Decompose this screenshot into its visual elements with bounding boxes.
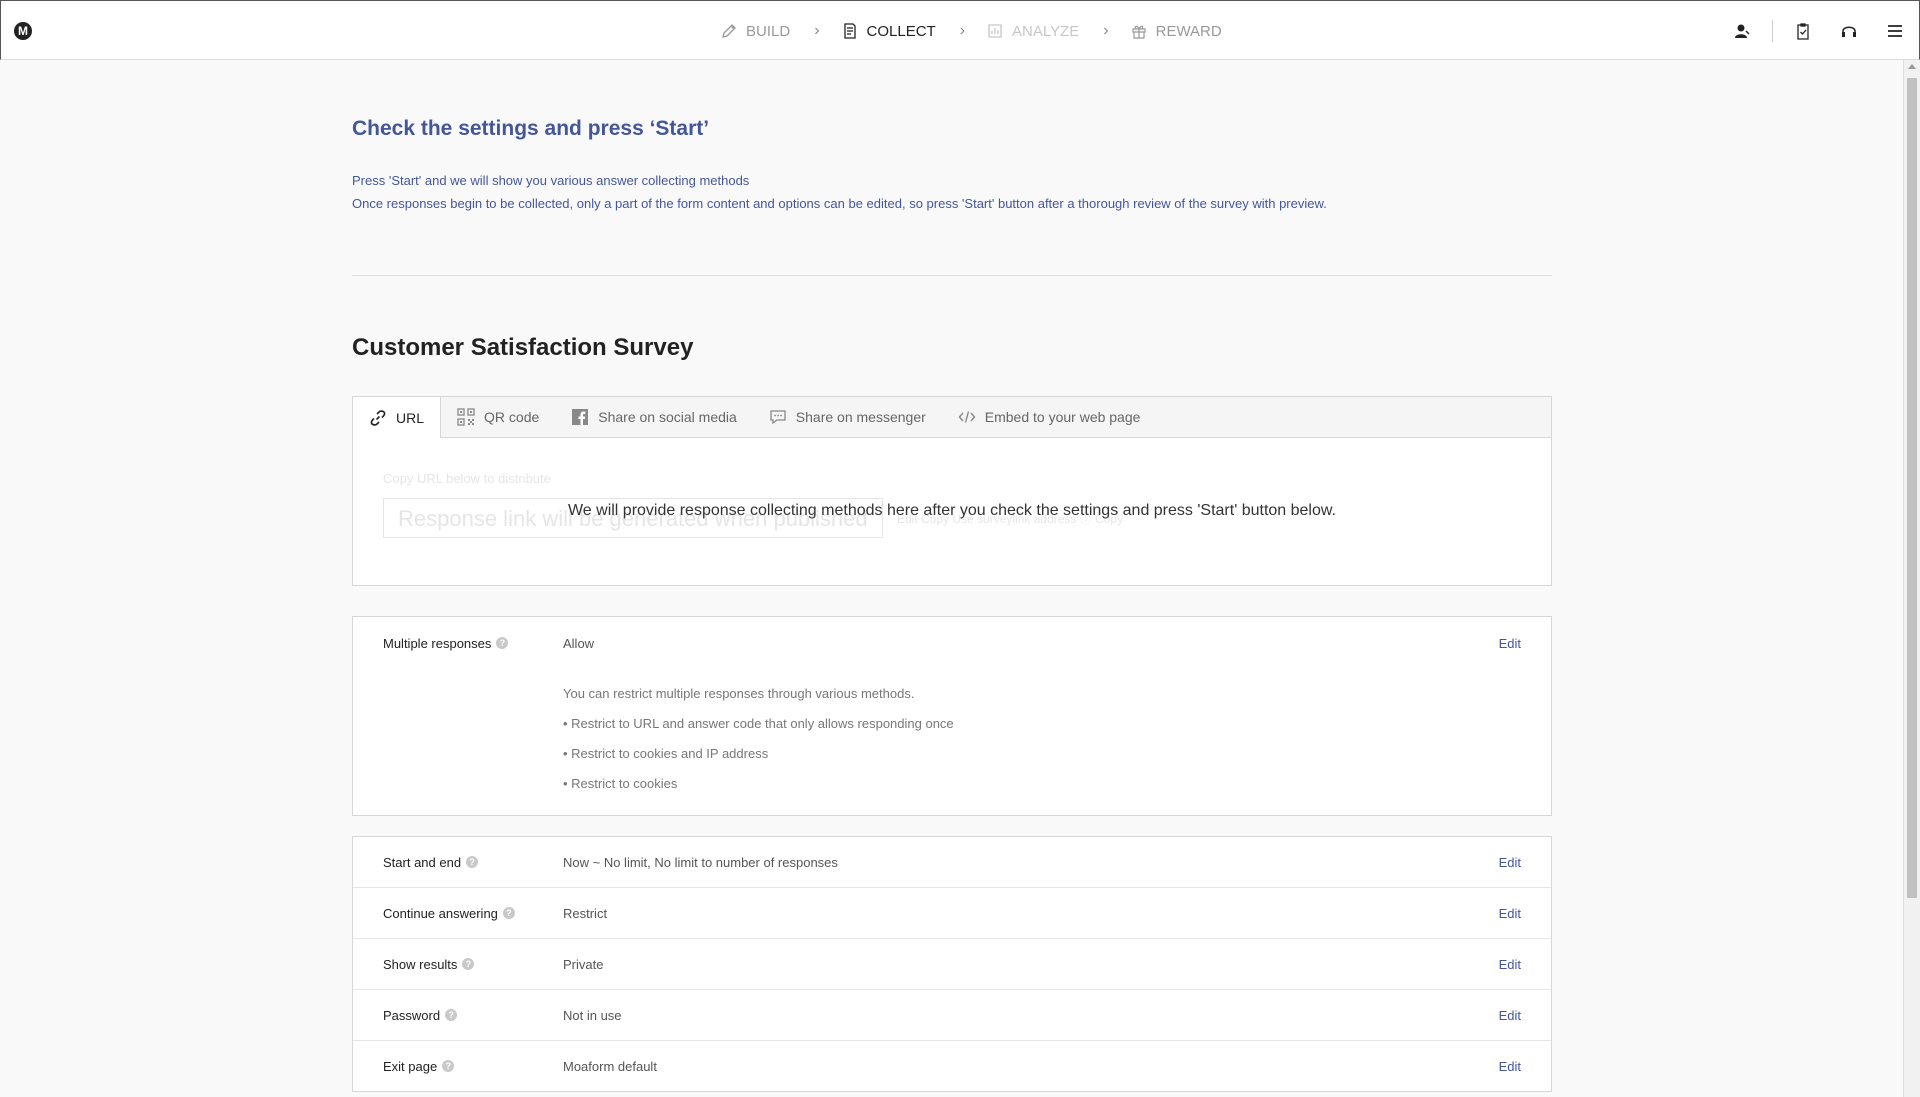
setting-value: Allow: [563, 635, 595, 651]
setting-row-continue-answering: Continue answering? Restrict Edit: [353, 888, 1551, 939]
setting-value: Not in use: [563, 1007, 622, 1023]
edit-link[interactable]: Edit: [1499, 855, 1521, 870]
settings-card: Start and end? Now ~ No limit, No limit …: [352, 836, 1552, 1092]
multiple-responses-notes: You can restrict multiple responses thro…: [353, 669, 1551, 815]
tab-messenger[interactable]: Share on messenger: [753, 397, 942, 437]
chevron-right-icon: ›: [1103, 22, 1109, 39]
step-navigation: BUILD › COLLECT › ANALYZE › REWARD: [721, 1, 1222, 61]
tab-qr-code[interactable]: QR code: [441, 397, 555, 437]
help-icon[interactable]: ?: [445, 1009, 458, 1021]
scroll-up-arrow-icon[interactable]: [1908, 64, 1916, 69]
multiple-responses-card: Multiple responses? Allow Edit You can r…: [352, 616, 1552, 816]
help-icon[interactable]: ?: [442, 1060, 455, 1072]
survey-title: Customer Satisfaction Survey: [352, 334, 694, 361]
help-icon[interactable]: ?: [466, 856, 479, 868]
setting-label: Start and end?: [353, 855, 563, 870]
scroll-thumb[interactable]: [1907, 78, 1917, 898]
setting-row-start-and-end: Start and end? Now ~ No limit, No limit …: [353, 837, 1551, 888]
edit-link[interactable]: Edit: [1499, 636, 1521, 651]
top-right-actions: [1732, 1, 1919, 61]
edit-link[interactable]: Edit: [1499, 957, 1521, 972]
help-icon[interactable]: ?: [496, 637, 509, 649]
step-collect[interactable]: COLLECT: [842, 23, 936, 40]
tab-bar: URL QR code Share on social media Share …: [353, 397, 1551, 438]
setting-label-text: Show results: [383, 956, 458, 972]
bar-chart-icon: [988, 24, 1002, 38]
user-icon[interactable]: [1732, 21, 1752, 41]
step-build[interactable]: BUILD: [721, 23, 790, 40]
chevron-right-icon: ›: [959, 22, 966, 39]
note-line: • Restrict to cookies and IP address: [563, 746, 769, 761]
description-line: Once responses begin to be collected, on…: [352, 196, 1327, 211]
qr-code-icon: [457, 408, 475, 426]
hamburger-menu-icon[interactable]: [1885, 21, 1905, 41]
chevron-right-icon: ›: [814, 22, 820, 39]
tab-label: QR code: [484, 409, 540, 425]
moaform-logo[interactable]: M: [14, 22, 32, 40]
setting-row-show-results: Show results? Private Edit: [353, 939, 1551, 990]
pencil-icon: [722, 24, 736, 38]
step-analyze-label: ANALYZE: [1012, 22, 1080, 40]
facebook-icon: [572, 409, 589, 425]
main-content: Check the settings and press ‘Start’ Pre…: [352, 60, 1552, 1092]
setting-label-text: Continue answering: [383, 905, 498, 921]
clipboard-check-icon[interactable]: [1793, 21, 1813, 41]
step-reward[interactable]: REWARD: [1131, 23, 1222, 40]
step-build-label: BUILD: [746, 22, 791, 40]
setting-row-multiple-responses: Multiple responses? Allow Edit: [353, 617, 1551, 669]
note-line: • Restrict to cookies: [563, 776, 678, 791]
link-icon: [370, 409, 386, 426]
page-description: Press 'Start' and we will show you vario…: [352, 169, 1552, 215]
tab-label: Share on messenger: [795, 409, 926, 425]
note-line: You can restrict multiple responses thro…: [563, 686, 915, 701]
setting-label: Show results?: [353, 957, 563, 972]
vertical-scrollbar[interactable]: [1903, 60, 1920, 1097]
top-bar: M BUILD › COLLECT › ANALYZE › REWARD: [0, 0, 1920, 60]
document-icon: [843, 23, 856, 39]
setting-label-text: Exit page: [383, 1058, 438, 1074]
tab-label: Embed to your web page: [984, 409, 1141, 425]
tab-content: Copy URL below to distribute Response li…: [353, 438, 1551, 585]
page-heading: Check the settings and press ‘Start’: [352, 117, 710, 140]
help-icon[interactable]: ?: [462, 958, 475, 970]
tab-social-media[interactable]: Share on social media: [555, 397, 753, 437]
note-line: • Restrict to URL and answer code that o…: [563, 716, 954, 731]
setting-label-text: Password: [383, 1007, 441, 1023]
setting-label-text: Multiple responses: [383, 635, 492, 651]
url-label: Copy URL below to distribute: [383, 471, 551, 486]
setting-label: Exit page?: [353, 1059, 563, 1074]
section-divider: [352, 275, 1552, 276]
tab-label: Share on social media: [598, 409, 737, 425]
setting-label: Password?: [353, 1008, 563, 1023]
tab-url[interactable]: URL: [353, 397, 442, 438]
tab-embed[interactable]: Embed to your web page: [942, 397, 1157, 437]
help-icon[interactable]: ?: [502, 907, 515, 919]
step-analyze: ANALYZE: [987, 23, 1079, 40]
headset-icon[interactable]: [1839, 21, 1859, 41]
setting-value: Private: [563, 956, 604, 972]
code-icon: [958, 411, 976, 423]
setting-value: Restrict: [563, 905, 608, 921]
setting-row-password: Password? Not in use Edit: [353, 990, 1551, 1041]
setting-label-text: Start and end: [383, 854, 462, 870]
setting-label: Multiple responses?: [353, 636, 563, 651]
edit-link[interactable]: Edit: [1499, 906, 1521, 921]
gift-icon: [1132, 25, 1146, 39]
setting-row-exit-page: Exit page? Moaform default Edit: [353, 1041, 1551, 1091]
collecting-methods-message: We will provide response collecting meth…: [567, 502, 1336, 519]
edit-link[interactable]: Edit: [1499, 1008, 1521, 1023]
description-line: Press 'Start' and we will show you vario…: [352, 173, 750, 188]
distribution-tabs: URL QR code Share on social media Share …: [352, 396, 1552, 586]
message-icon: [770, 410, 786, 425]
step-reward-label: REWARD: [1155, 22, 1222, 40]
edit-link[interactable]: Edit: [1499, 1059, 1521, 1074]
step-collect-label: COLLECT: [866, 22, 936, 40]
divider: [1772, 20, 1773, 42]
setting-value: Moaform default: [563, 1058, 657, 1074]
setting-label: Continue answering?: [353, 906, 563, 921]
setting-value: Now ~ No limit, No limit to number of re…: [563, 854, 838, 870]
tab-label: URL: [396, 409, 425, 426]
